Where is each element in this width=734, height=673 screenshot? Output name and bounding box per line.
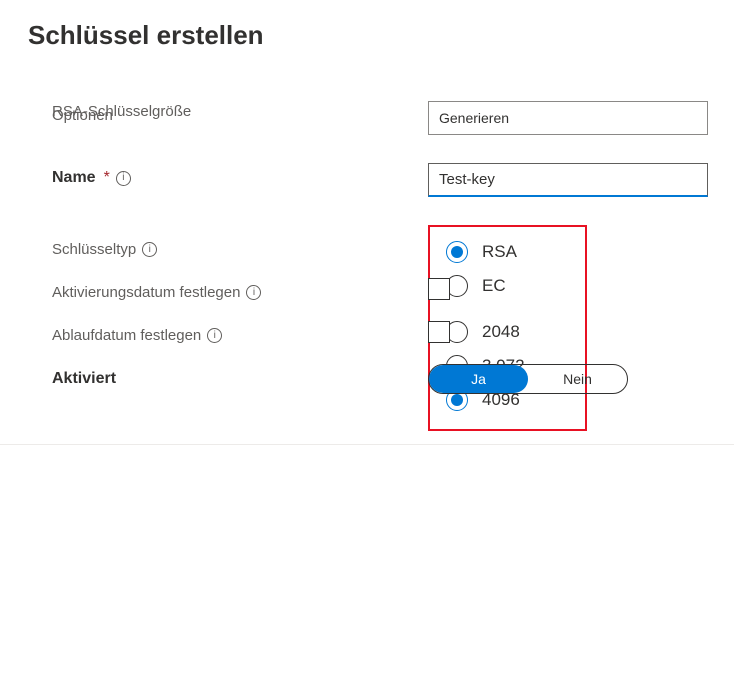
required-indicator: * bbox=[104, 169, 110, 187]
expirydate-label: Ablaufdatum festlegen bbox=[52, 327, 201, 344]
radio-circle-icon bbox=[446, 241, 468, 263]
keytype-label: Schlüsseltyp bbox=[52, 241, 136, 258]
name-input[interactable] bbox=[428, 163, 708, 197]
toggle-no[interactable]: Nein bbox=[528, 365, 627, 393]
info-icon[interactable]: i bbox=[142, 242, 157, 257]
keysize-label: RSA-Schlüsselgröße bbox=[52, 103, 191, 120]
activationdate-label: Aktivierungsdatum festlegen bbox=[52, 284, 240, 301]
enabled-toggle[interactable]: Ja Nein bbox=[428, 364, 628, 394]
toggle-yes[interactable]: Ja bbox=[429, 365, 528, 393]
options-dropdown[interactable]: Generieren bbox=[428, 101, 708, 135]
expirydate-checkbox[interactable] bbox=[428, 321, 450, 343]
options-value: Generieren bbox=[439, 110, 509, 126]
footer-divider bbox=[0, 444, 734, 445]
info-icon[interactable]: i bbox=[246, 285, 261, 300]
radio-rsa-label: RSA bbox=[482, 242, 517, 262]
name-label: Name bbox=[52, 169, 96, 187]
info-icon[interactable]: i bbox=[207, 328, 222, 343]
radio-rsa[interactable]: RSA bbox=[446, 241, 525, 263]
page-title: Schlüssel erstellen bbox=[28, 20, 706, 51]
enabled-label: Aktiviert bbox=[52, 370, 116, 388]
info-icon[interactable]: i bbox=[116, 171, 131, 186]
activationdate-checkbox[interactable] bbox=[428, 278, 450, 300]
